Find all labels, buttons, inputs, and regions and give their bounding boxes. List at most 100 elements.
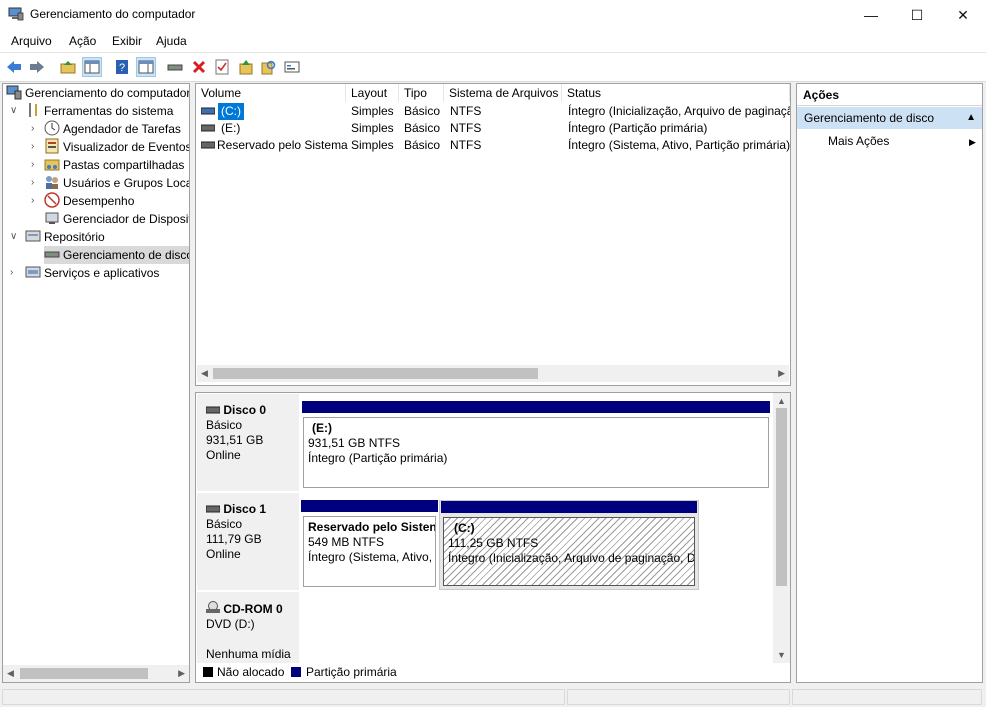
tree-item-usuarios-e-grupos[interactable]: Usuários e Grupos Loca — [44, 174, 190, 192]
column-header-volume[interactable]: Volume — [196, 84, 346, 102]
tree-expander[interactable]: › — [31, 123, 34, 134]
cell-sistema: NTFS — [450, 121, 482, 135]
column-header-tipo[interactable]: Tipo — [399, 84, 444, 102]
tree-item-pastas-compartilhadas[interactable]: Pastas compartilhadas — [44, 156, 184, 174]
disk-state: Nenhuma mídia — [206, 647, 291, 661]
tree-horizontal-scrollbar[interactable]: ◀ ▶ — [3, 665, 189, 682]
tree-item-label: Pastas compartilhadas — [63, 158, 185, 172]
disk-graphical-view: Disco 0 Básico 931,51 GB Online (E:) 931… — [195, 392, 791, 683]
maximize-button[interactable]: ☐ — [894, 0, 940, 30]
disk-0-info[interactable]: Disco 0 Básico 931,51 GB Online — [197, 394, 299, 491]
tree-root[interactable]: Gerenciamento do computador — [6, 84, 189, 102]
action-mais-acoes[interactable]: Mais Ações — [828, 134, 889, 148]
menu-acao[interactable]: Ação — [69, 34, 96, 48]
collapse-icon[interactable]: ▲ — [966, 107, 976, 129]
partition-color-bar — [302, 401, 770, 413]
title-bar: Gerenciamento do computador — ☐ ✕ — [0, 0, 986, 30]
disk-state: Online — [206, 448, 241, 462]
forward-icon[interactable] — [27, 57, 47, 77]
scroll-thumb[interactable] — [213, 368, 538, 379]
partition-status: Íntegro (Partição primária) — [308, 451, 448, 465]
scroll-right-icon[interactable]: ▶ — [178, 668, 185, 679]
menu-exibir[interactable]: Exibir — [112, 34, 142, 48]
disk-icon — [205, 406, 221, 414]
tree-expander[interactable]: ∨ — [10, 231, 17, 242]
help-icon[interactable]: ? — [112, 57, 132, 77]
tree-expander[interactable]: › — [31, 195, 34, 206]
back-icon[interactable] — [4, 57, 24, 77]
tree-expander[interactable]: ∨ — [10, 105, 17, 116]
partition-body: (E:) 931,51 GB NTFS Íntegro (Partição pr… — [303, 417, 769, 488]
scroll-up-icon[interactable]: ▲ — [777, 396, 786, 406]
scroll-left-icon[interactable]: ◀ — [7, 668, 14, 679]
partition-e[interactable]: (E:) 931,51 GB NTFS Íntegro (Partição pr… — [300, 401, 772, 491]
partition-c[interactable]: (C:) 111,25 GB NTFS Íntegro (Inicializaç… — [439, 500, 699, 590]
drive-icon — [201, 124, 215, 132]
show-hide-tree-icon[interactable] — [82, 57, 102, 77]
tree-item-ferramentas-do-sistema[interactable]: Ferramentas do sistema — [25, 102, 173, 120]
tree-item-gerenciador-de-dispositivos[interactable]: Gerenciador de Disposit — [44, 210, 189, 228]
table-row[interactable]: (C:) Simples Básico NTFS Íntegro (Inicia… — [196, 103, 790, 120]
check-icon[interactable] — [212, 57, 232, 77]
menu-arquivo[interactable]: Arquivo — [11, 34, 52, 48]
column-header-status[interactable]: Status — [562, 84, 790, 102]
tree-item-visualizador-de-eventos[interactable]: Visualizador de Eventos — [44, 138, 189, 156]
table-row[interactable]: Reservado pelo Sistema Simples Básico NT… — [196, 137, 790, 154]
close-button[interactable]: ✕ — [940, 0, 986, 30]
cd-drive-icon — [206, 601, 220, 613]
volume-list-horizontal-scrollbar[interactable]: ◀ ▶ — [197, 365, 789, 382]
tree-item-desempenho[interactable]: Desempenho — [44, 192, 134, 210]
tree-expander[interactable]: › — [10, 267, 13, 278]
settings-icon[interactable] — [282, 57, 302, 77]
column-header-layout[interactable]: Layout — [346, 84, 399, 102]
computer-management-icon — [6, 85, 22, 100]
disk-view-vertical-scrollbar[interactable]: ▲ ▼ — [773, 393, 790, 663]
event-viewer-icon — [45, 138, 59, 154]
tree-item-label: Desempenho — [63, 194, 135, 208]
tree-item-label: Gerenciamento de disco — [63, 248, 190, 262]
partition-size: 111,25 GB NTFS — [448, 536, 539, 550]
up-folder-icon[interactable] — [58, 57, 78, 77]
partition-reservado[interactable]: Reservado pelo Sisten 549 MB NTFS Íntegr… — [300, 500, 439, 590]
partition-body: (C:) 111,25 GB NTFS Íntegro (Inicializaç… — [443, 517, 695, 586]
volume-list: Volume Layout Tipo Sistema de Arquivos S… — [195, 83, 791, 386]
cell-volume: (C:) — [218, 103, 244, 120]
menu-ajuda[interactable]: Ajuda — [156, 34, 187, 48]
tools-icon — [29, 103, 37, 117]
disk-size: 931,51 GB — [206, 433, 264, 447]
scroll-thumb[interactable] — [20, 668, 148, 679]
properties-view-icon[interactable] — [136, 57, 156, 77]
delete-icon[interactable] — [189, 57, 209, 77]
tree-expander[interactable]: › — [31, 141, 34, 152]
scroll-down-icon[interactable]: ▼ — [777, 650, 786, 660]
table-row[interactable]: (E:) Simples Básico NTFS Íntegro (Partiç… — [196, 120, 790, 137]
legend-label: Não alocado — [217, 665, 285, 679]
section-label: Gerenciamento de disco — [804, 111, 935, 125]
minimize-button[interactable]: — — [848, 0, 894, 30]
column-header-sistema-de-arquivos[interactable]: Sistema de Arquivos — [444, 84, 562, 102]
cell-tipo: Básico — [404, 121, 441, 135]
disk-type: Básico — [206, 418, 243, 432]
tree-item-agendador-de-tarefas[interactable]: Agendador de Tarefas — [44, 120, 181, 138]
disk-1-info[interactable]: Disco 1 Básico 111,79 GB Online — [197, 493, 299, 590]
tree-expander[interactable]: › — [31, 177, 34, 188]
partition-color-bar — [301, 500, 438, 512]
cell-sistema: NTFS — [450, 138, 482, 152]
cdrom-0-info[interactable]: CD-ROM 0 DVD (D:) Nenhuma mídia — [197, 592, 299, 664]
disk-name: Disco 0 — [223, 403, 267, 417]
navigation-tree: Gerenciamento do computador ∨ Ferramenta… — [2, 83, 190, 683]
tree-item-repositorio[interactable]: Repositório — [25, 228, 105, 246]
status-segment — [2, 689, 565, 705]
drive-icon — [201, 107, 215, 115]
tree-item-gerenciamento-de-disco[interactable]: Gerenciamento de disco — [44, 246, 190, 264]
tree-item-label: Usuários e Grupos Loca — [63, 176, 190, 190]
tree-item-servicos-e-aplicativos[interactable]: Serviços e aplicativos — [25, 264, 159, 282]
connect-drive-icon[interactable] — [165, 57, 185, 77]
scroll-right-icon[interactable]: ▶ — [778, 368, 785, 379]
actions-section-disk-management[interactable]: Gerenciamento de disco ▲ — [797, 107, 982, 129]
tree-expander[interactable]: › — [31, 159, 34, 170]
scroll-left-icon[interactable]: ◀ — [201, 368, 208, 379]
scroll-thumb[interactable] — [776, 408, 787, 586]
search-icon[interactable] — [259, 57, 279, 77]
import-icon[interactable] — [236, 57, 256, 77]
